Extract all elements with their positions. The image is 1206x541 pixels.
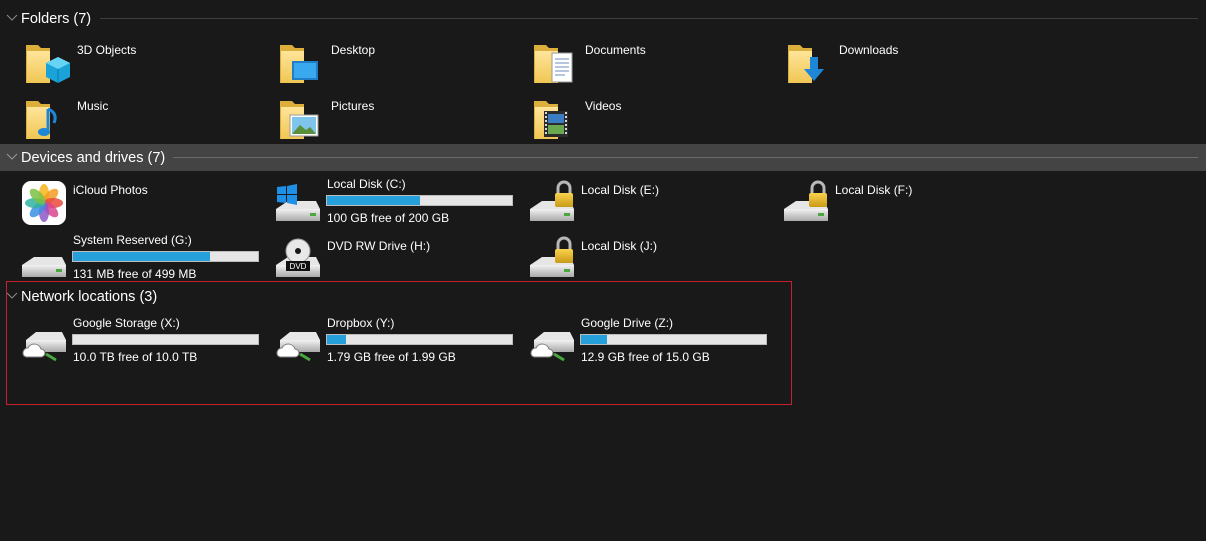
device-name: Local Disk (C:): [327, 177, 406, 191]
device-item-local-disk-j[interactable]: Local Disk (J:): [510, 233, 762, 285]
folder-item-videos[interactable]: Videos: [514, 93, 766, 145]
folder-pictures-icon: [278, 95, 326, 143]
folder-desktop-icon: [278, 39, 326, 87]
device-name: DVD RW Drive (H:): [327, 239, 431, 253]
folder-downloads-icon: [786, 39, 834, 87]
capacity-bar-fill: [327, 196, 420, 205]
device-name: System Reserved (G:): [73, 233, 192, 247]
network-locations-highlight: [6, 281, 792, 405]
windows-drive-icon: [274, 179, 322, 227]
capacity-bar-fill: [73, 252, 210, 261]
device-item-local-disk-e[interactable]: Local Disk (E:): [510, 177, 762, 229]
group-divider: [173, 157, 1198, 158]
folder-name: Documents: [585, 43, 646, 57]
locked-drive-icon: [528, 179, 576, 227]
group-divider: [100, 18, 1198, 19]
folder-name: Pictures: [331, 99, 375, 113]
device-item-local-disk-f[interactable]: Local Disk (F:): [764, 177, 1016, 229]
device-name: iCloud Photos: [73, 183, 148, 197]
dvd-drive-icon: DVD: [274, 235, 322, 283]
group-title: Devices and drives (7): [21, 149, 166, 166]
icloud-photos-icon: [20, 179, 68, 227]
folder-name: Music: [77, 99, 109, 113]
folder-3d-objects-icon: [24, 39, 72, 87]
device-item-local-disk-c[interactable]: Local Disk (C:) 100 GB free of 200 GB: [256, 177, 513, 229]
device-name: Local Disk (F:): [835, 183, 913, 197]
capacity-bar: [72, 251, 259, 262]
folder-item-music[interactable]: Music: [6, 93, 258, 145]
folder-item-documents[interactable]: Documents: [514, 37, 766, 89]
device-item-dvd-rw-drive-h[interactable]: DVD DVD RW Drive (H:): [256, 233, 508, 285]
free-space-text: 100 GB free of 200 GB: [327, 211, 450, 225]
chevron-down-icon[interactable]: [6, 12, 18, 24]
locked-drive-icon: [782, 179, 830, 227]
dvd-badge-text: DVD: [290, 262, 307, 271]
device-item-system-reserved-g[interactable]: System Reserved (G:) 131 MB free of 499 …: [2, 233, 259, 285]
drive-icon: [20, 235, 68, 283]
folder-name: Downloads: [839, 43, 899, 57]
group-header-devices[interactable]: Devices and drives (7): [0, 144, 1206, 171]
group-header-folders[interactable]: Folders (7): [0, 5, 1206, 32]
folder-videos-icon: [532, 95, 580, 143]
folder-music-icon: [24, 95, 72, 143]
locked-drive-icon: [528, 235, 576, 283]
folder-name: Videos: [585, 99, 622, 113]
device-name: Local Disk (E:): [581, 183, 660, 197]
chevron-down-icon[interactable]: [6, 151, 18, 163]
folder-name: Desktop: [331, 43, 376, 57]
folder-item-downloads[interactable]: Downloads: [768, 37, 1020, 89]
free-space-text: 131 MB free of 499 MB: [73, 267, 197, 281]
device-name: Local Disk (J:): [581, 239, 658, 253]
capacity-bar: [326, 195, 513, 206]
folder-item-desktop[interactable]: Desktop: [260, 37, 512, 89]
device-item-icloud-photos[interactable]: iCloud Photos: [2, 177, 254, 229]
folder-name: 3D Objects: [77, 43, 137, 57]
folder-item-pictures[interactable]: Pictures: [260, 93, 512, 145]
folder-item-3d-objects[interactable]: 3D Objects: [6, 37, 258, 89]
group-title: Folders (7): [21, 10, 92, 27]
folder-documents-icon: [532, 39, 580, 87]
